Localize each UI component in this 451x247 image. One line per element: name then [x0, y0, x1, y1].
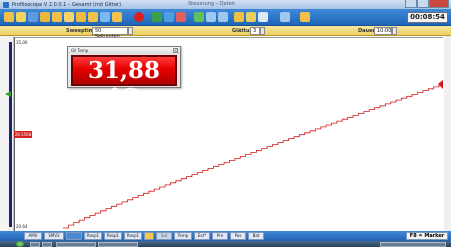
channel-tab-bat[interactable]: Bat — [248, 232, 264, 240]
app-icon — [3, 1, 9, 8]
chevron-down-icon[interactable] — [128, 27, 133, 35]
duration-spinner[interactable] — [392, 27, 397, 35]
print-icon[interactable] — [40, 12, 50, 22]
stop-icon[interactable] — [134, 12, 144, 22]
taskbar-item[interactable] — [98, 242, 138, 247]
new-icon[interactable] — [4, 12, 14, 22]
toolbar: 00:08:54 — [0, 9, 451, 26]
taskbar-item[interactable] — [42, 242, 52, 247]
channel-tab-smv2[interactable]: SMV2 — [44, 232, 64, 240]
tools-icon[interactable] — [88, 12, 98, 22]
title-bar: Profiloscope V 2.0.0.1 – Gesamt (mit Git… — [0, 0, 451, 9]
elapsed-time-display: 00:08:54 — [407, 12, 448, 23]
cursor-value-marker[interactable]: 28,5568 — [14, 131, 32, 138]
y-axis-max-label: 35,00 — [16, 40, 28, 45]
save-icon[interactable] — [28, 12, 38, 22]
probe-icon[interactable] — [164, 12, 174, 22]
sweeptime-select[interactable]: 50 Sekunden — [92, 27, 128, 40]
channel-tab-sat[interactable]: Sat — [156, 232, 172, 240]
channel-tab-active[interactable] — [144, 232, 154, 240]
filter-icon[interactable] — [246, 12, 256, 22]
temperature-window-header[interactable]: Oil Temp × — [68, 47, 180, 54]
shield-icon[interactable] — [112, 12, 122, 22]
duration-field[interactable]: 10:00 — [374, 27, 392, 35]
smoothing-spinner[interactable] — [260, 27, 265, 35]
channel-tab-blank[interactable] — [66, 232, 82, 240]
wand-icon[interactable] — [234, 12, 244, 22]
taskbar-item[interactable] — [30, 242, 40, 247]
open-folder-icon[interactable] — [16, 12, 26, 22]
system-tray — [380, 242, 446, 247]
smoothing-field[interactable]: 3 — [250, 27, 260, 35]
close-button[interactable] — [429, 0, 449, 8]
close-icon[interactable]: × — [173, 48, 178, 53]
maximize-button[interactable] — [417, 0, 429, 8]
window-subtitle: Steuerung – Daten — [188, 1, 235, 7]
y-range-bar[interactable] — [9, 42, 12, 227]
channel-tab-resp1[interactable]: Resp1 — [84, 232, 102, 240]
step-icon[interactable] — [218, 12, 228, 22]
marker-button[interactable]: F8 = Marker — [406, 232, 448, 240]
play-icon[interactable] — [194, 12, 204, 22]
channel-tab-resp2[interactable]: Resp1 — [104, 232, 122, 240]
temperature-readout: 31,88 °C — [71, 55, 177, 111]
right-scroll-strip[interactable] — [444, 36, 451, 232]
measure-icon[interactable] — [152, 12, 162, 22]
channel-bar: AMV SMV2 Resp1 Resp1 Resp1 Sat Temp Ext*… — [0, 231, 451, 241]
taskbar-item[interactable] — [56, 242, 96, 247]
temperature-window-title: Oil Temp — [71, 48, 89, 53]
channel-tab-amv[interactable]: AMV — [24, 232, 42, 240]
channel-tab-resp3[interactable]: Resp1 — [124, 232, 142, 240]
y-axis-min-label: 20,64 — [16, 224, 28, 229]
chart-icon[interactable] — [176, 12, 186, 22]
parameter-bar: Sweeptime: 50 Sekunden Glättung 3 Dauer:… — [0, 26, 451, 40]
taskbar — [0, 241, 451, 247]
channel-tab-ext[interactable]: Ext* — [194, 232, 210, 240]
trace-end-marker — [438, 80, 443, 89]
minimize-button[interactable] — [405, 0, 417, 8]
settings-icon[interactable] — [76, 12, 86, 22]
channel-tab-pos[interactable]: Pos — [230, 232, 246, 240]
export-icon[interactable] — [52, 12, 62, 22]
edit-icon[interactable] — [64, 12, 74, 22]
trigger-marker-icon[interactable] — [5, 91, 11, 97]
pause-icon[interactable] — [206, 12, 216, 22]
temperature-window[interactable]: Oil Temp × 31,88 °C — [67, 46, 181, 111]
help-icon[interactable] — [300, 12, 310, 22]
window-controls — [405, 0, 449, 8]
y-axis-strip — [0, 36, 14, 232]
start-icon[interactable] — [16, 241, 24, 247]
refresh-icon[interactable] — [100, 12, 110, 22]
window-icon[interactable] — [280, 12, 290, 22]
window-title: Profiloscope V 2.0.0.1 – Gesamt (mit Git… — [12, 1, 122, 8]
app-window: Profiloscope V 2.0.0.1 – Gesamt (mit Git… — [0, 0, 451, 247]
grid-icon[interactable] — [258, 12, 268, 22]
channel-tab-temp[interactable]: Temp — [174, 232, 192, 240]
channel-tab-pre[interactable]: Pre — [212, 232, 228, 240]
